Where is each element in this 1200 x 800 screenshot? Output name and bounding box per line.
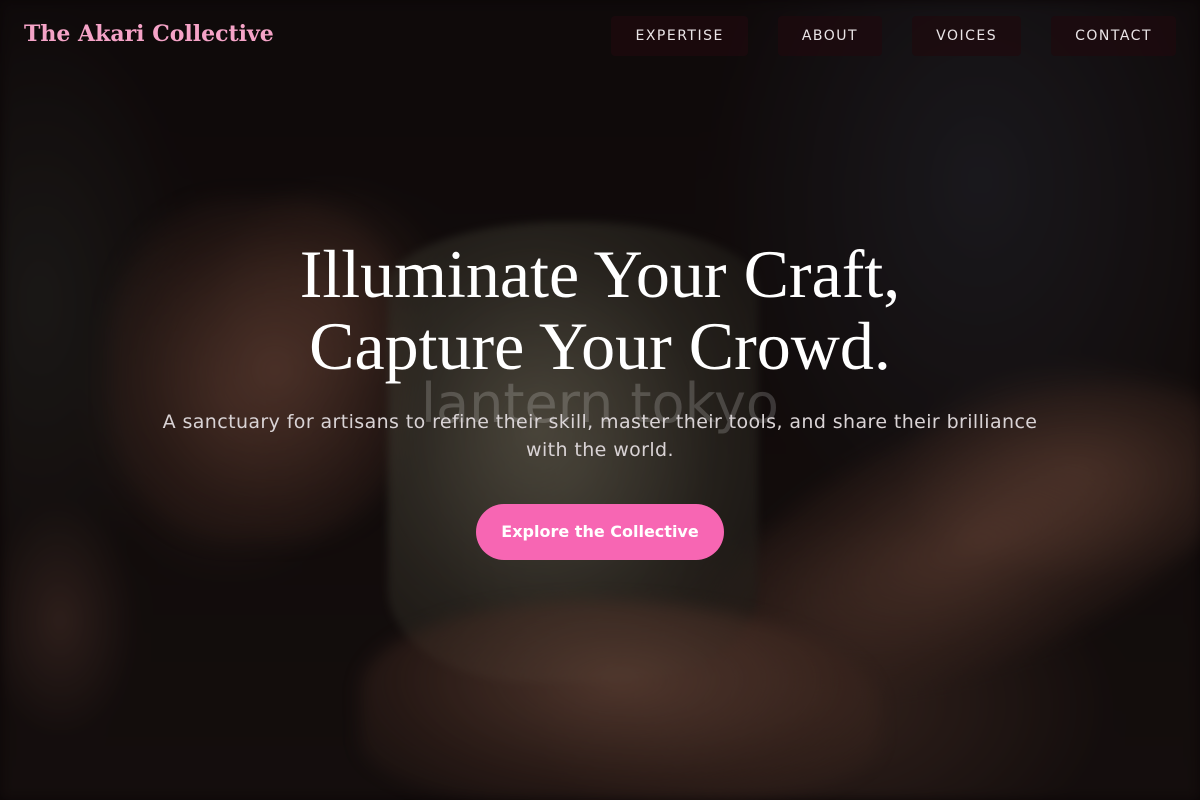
hero-headline-line-2: Capture Your Crowd.	[309, 308, 891, 384]
explore-collective-button[interactable]: Explore the Collective	[476, 504, 724, 560]
hero-section: The Akari Collective EXPERTISE ABOUT VOI…	[0, 0, 1200, 800]
hero-headline-line-1: Illuminate Your Craft,	[299, 236, 901, 312]
hero-content: lantern tokyo Illuminate Your Craft, Cap…	[0, 0, 1200, 800]
hero-subtitle: A sanctuary for artisans to refine their…	[162, 411, 1038, 461]
hero-headline: Illuminate Your Craft, Capture Your Crow…	[100, 238, 1100, 382]
